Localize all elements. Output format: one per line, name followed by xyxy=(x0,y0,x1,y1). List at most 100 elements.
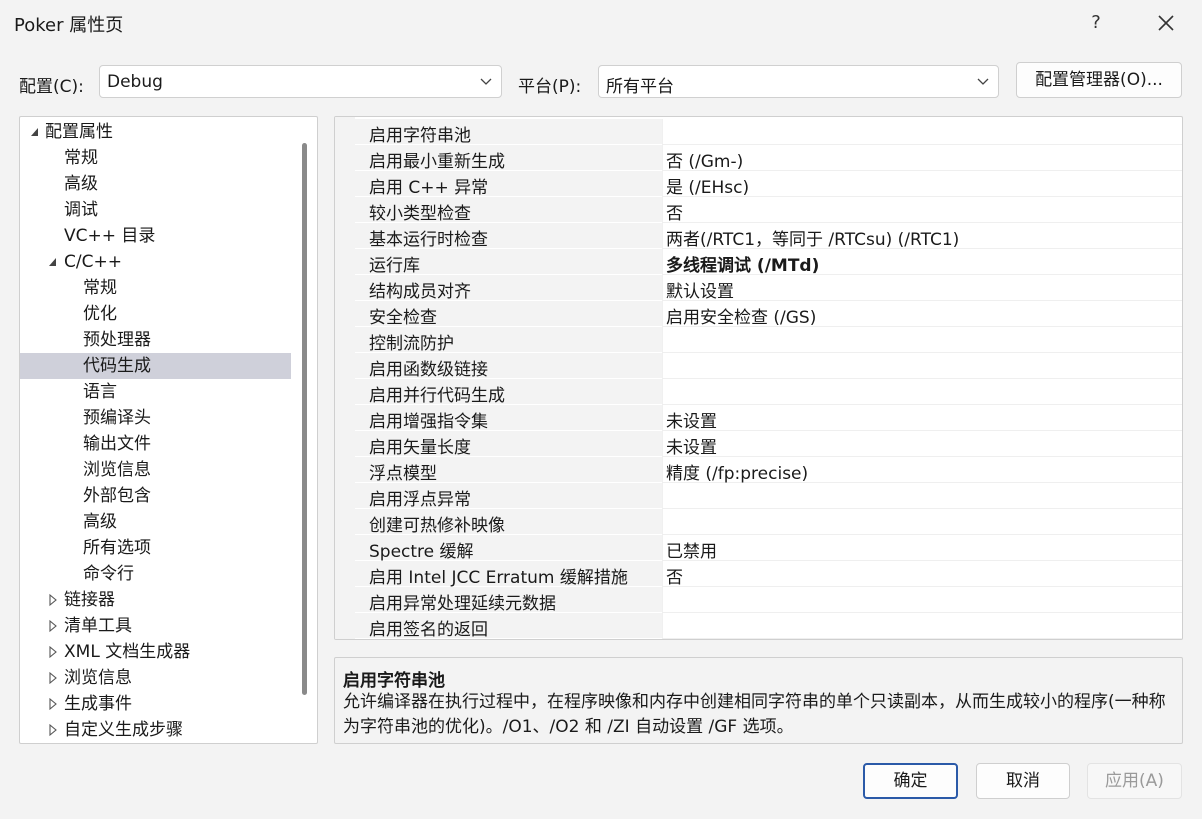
property-row[interactable]: 启用 C++ 异常 是 (/EHsc) xyxy=(355,171,1182,198)
tree-item[interactable]: 常规 xyxy=(20,145,300,171)
tree-item-label: 高级 xyxy=(83,512,117,532)
config-select[interactable]: Debug xyxy=(99,65,502,98)
config-label: 配置(C): xyxy=(19,77,84,97)
tree-item-label: 调试 xyxy=(64,200,98,220)
property-name: 启用浮点异常 xyxy=(369,490,471,510)
property-value: 否 xyxy=(666,204,683,224)
property-name: 启用最小重新生成 xyxy=(369,152,505,172)
property-value-cell[interactable] xyxy=(662,509,1182,535)
platform-select[interactable]: 所有平台 xyxy=(598,65,999,98)
property-value-cell[interactable] xyxy=(662,483,1182,509)
tree-item[interactable]: 调试 xyxy=(20,197,300,223)
property-value-cell[interactable] xyxy=(662,353,1182,379)
tree-item[interactable]: 外部包含 xyxy=(20,483,300,509)
property-grid[interactable]: 启用字符串池 启用最小重新生成 否 (/Gm-) 启用 C++ 异常 是 (/EHsc)… xyxy=(334,116,1183,640)
property-row[interactable]: 控制流防护 xyxy=(355,327,1182,354)
property-value-cell[interactable] xyxy=(662,431,1182,457)
property-name: 控制流防护 xyxy=(369,334,454,354)
triangle-collapsed-icon[interactable] xyxy=(46,717,60,743)
triangle-collapsed-icon[interactable] xyxy=(46,691,60,717)
tree-item[interactable]: 所有选项 xyxy=(20,535,300,561)
property-row[interactable]: 启用增强指令集 未设置 xyxy=(355,405,1182,432)
tree-item[interactable]: 预编译头 xyxy=(20,405,300,431)
tree-item[interactable]: 命令行 xyxy=(20,561,300,587)
tree-item[interactable]: C/C++ xyxy=(20,249,300,275)
triangle-collapsed-icon[interactable] xyxy=(46,613,60,639)
triangle-collapsed-icon[interactable] xyxy=(46,639,60,665)
property-tree[interactable]: 配置属性 常规 高级 调试 VC++ 目录 C/C++ 常规 优化 预处理器 代码生成 语言 预编译头… xyxy=(19,116,318,744)
property-row[interactable]: 结构成员对齐 默认设置 xyxy=(355,275,1182,302)
grid-margin xyxy=(335,117,355,639)
property-value-cell[interactable] xyxy=(662,379,1182,405)
property-row[interactable]: 启用签名的返回 xyxy=(355,613,1182,639)
property-row[interactable]: 启用字符串池 xyxy=(355,119,1182,146)
property-row[interactable]: 启用最小重新生成 否 (/Gm-) xyxy=(355,145,1182,172)
property-name: 启用增强指令集 xyxy=(369,412,488,432)
tree-item[interactable]: 预处理器 xyxy=(20,327,300,353)
tree-item[interactable]: 浏览信息 xyxy=(20,457,300,483)
tree-item-label: 预编译头 xyxy=(83,408,151,428)
close-button[interactable] xyxy=(1146,6,1186,40)
tree-item[interactable]: 优化 xyxy=(20,301,300,327)
tree-item[interactable]: 生成事件 xyxy=(20,691,300,717)
property-row[interactable]: Spectre 缓解 已禁用 xyxy=(355,535,1182,562)
property-name: Spectre 缓解 xyxy=(369,542,474,562)
property-row[interactable]: 启用函数级链接 xyxy=(355,353,1182,380)
property-value-cell[interactable] xyxy=(662,587,1182,613)
tree-item[interactable]: 清单工具 xyxy=(20,613,300,639)
tree-item-label: 生成事件 xyxy=(64,694,132,714)
property-value: 未设置 xyxy=(666,438,717,458)
property-row[interactable]: 创建可热修补映像 xyxy=(355,509,1182,536)
property-value-cell[interactable] xyxy=(662,561,1182,587)
property-value-cell[interactable] xyxy=(662,327,1182,353)
config-select-value: Debug xyxy=(107,72,163,92)
config-manager-button[interactable]: 配置管理器(O)... xyxy=(1016,62,1182,98)
cancel-button[interactable]: 取消 xyxy=(976,763,1070,799)
description-text: 允许编译器在执行过程中，在程序映像和内存中创建相同字符串的单个只读副本，从而生成… xyxy=(343,692,1166,737)
property-value-cell[interactable] xyxy=(662,535,1182,561)
property-name: 启用函数级链接 xyxy=(369,360,488,380)
tree-item[interactable]: 浏览信息 xyxy=(20,665,300,691)
tree-item-label: 配置属性 xyxy=(45,122,113,142)
property-row[interactable]: 启用矢量长度 未设置 xyxy=(355,431,1182,458)
property-value-cell[interactable] xyxy=(662,119,1182,145)
tree-scrollbar[interactable] xyxy=(302,143,307,695)
tree-item[interactable]: 输出文件 xyxy=(20,431,300,457)
property-row[interactable]: 启用 Intel JCC Erratum 缓解措施 否 xyxy=(355,561,1182,588)
property-row[interactable]: 启用浮点异常 xyxy=(355,483,1182,510)
description-title: 启用字符串池 xyxy=(343,671,445,691)
tree-item[interactable]: 常规 xyxy=(20,275,300,301)
tree-item[interactable]: XML 文档生成器 xyxy=(20,639,300,665)
ok-button[interactable]: 确定 xyxy=(863,763,958,799)
property-row[interactable]: 启用异常处理延续元数据 xyxy=(355,587,1182,614)
property-row[interactable]: 基本运行时检查 两者(/RTC1，等同于 /RTCsu) (/RTC1) xyxy=(355,223,1182,250)
chevron-down-icon xyxy=(480,78,492,85)
tree-item[interactable]: 链接器 xyxy=(20,587,300,613)
help-button[interactable]: ? xyxy=(1080,8,1112,38)
triangle-expanded-icon[interactable] xyxy=(46,249,60,275)
property-row[interactable]: 启用并行代码生成 xyxy=(355,379,1182,406)
tree-item[interactable]: 高级 xyxy=(20,509,300,535)
tree-item[interactable]: 配置属性 xyxy=(20,119,300,145)
property-name: 运行库 xyxy=(369,256,420,276)
property-row[interactable]: 浮点模型 精度 (/fp:precise) xyxy=(355,457,1182,484)
window-title: Poker 属性页 xyxy=(14,15,124,36)
property-row[interactable]: 安全检查 启用安全检查 (/GS) xyxy=(355,301,1182,328)
tree-item[interactable]: 语言 xyxy=(20,379,300,405)
property-value-cell[interactable] xyxy=(662,197,1182,223)
property-value-cell[interactable] xyxy=(662,275,1182,301)
apply-button[interactable]: 应用(A) xyxy=(1087,763,1182,799)
triangle-collapsed-icon[interactable] xyxy=(46,665,60,691)
property-name: 创建可热修补映像 xyxy=(369,516,505,536)
property-name: 启用异常处理延续元数据 xyxy=(369,594,556,614)
property-row[interactable]: 较小类型检查 否 xyxy=(355,197,1182,224)
triangle-collapsed-icon[interactable] xyxy=(46,587,60,613)
tree-item[interactable]: 代码生成 xyxy=(20,353,291,379)
triangle-expanded-icon[interactable] xyxy=(28,119,42,145)
property-value-cell[interactable] xyxy=(662,405,1182,431)
property-value-cell[interactable] xyxy=(662,613,1182,639)
tree-item[interactable]: 高级 xyxy=(20,171,300,197)
tree-item[interactable]: 自定义生成步骤 xyxy=(20,717,300,743)
tree-item[interactable]: VC++ 目录 xyxy=(20,223,300,249)
property-row[interactable]: 运行库 多线程调试 (/MTd) xyxy=(355,249,1182,276)
